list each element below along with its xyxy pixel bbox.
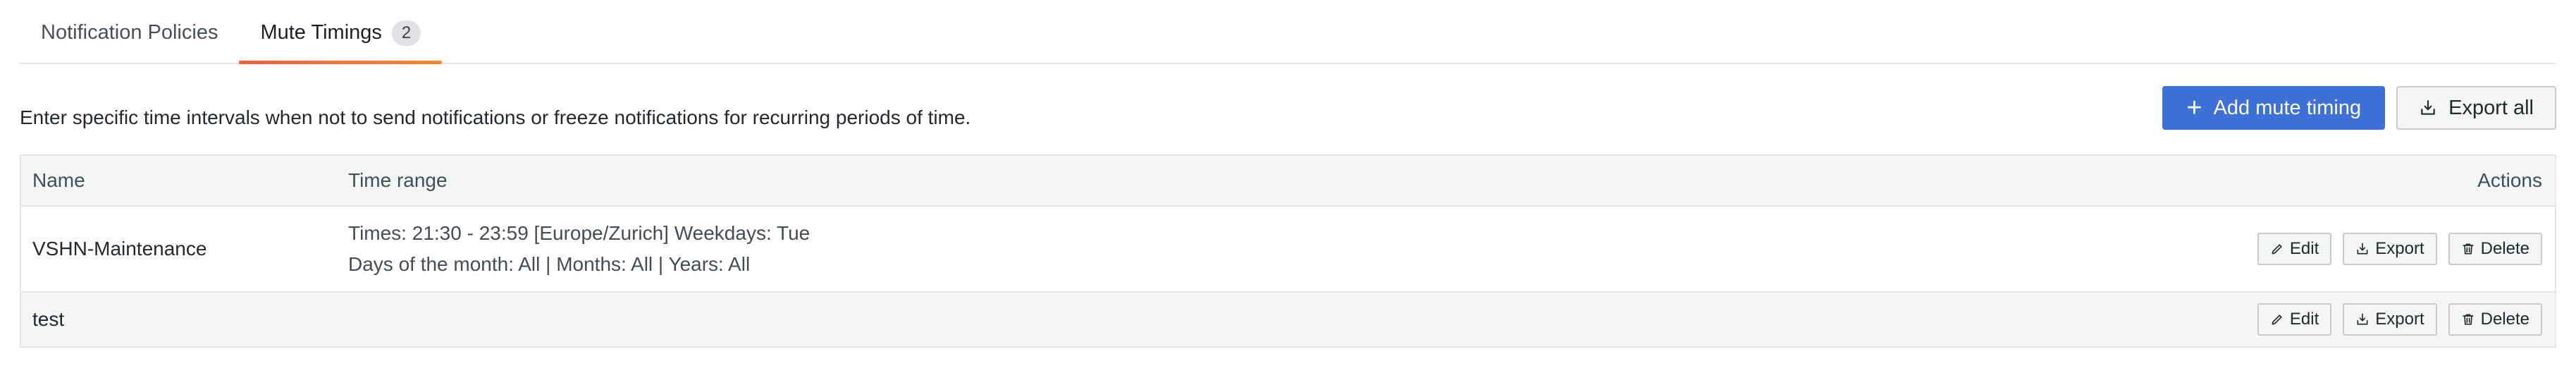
add-mute-timing-label: Add mute timing <box>2213 96 2362 119</box>
tab-mute-timings[interactable]: Mute Timings 2 <box>239 1 443 64</box>
table-header: Name Time range Actions <box>21 156 2555 207</box>
header-time-range: Time range <box>348 169 448 191</box>
edit-label: Edit <box>2289 310 2319 329</box>
table-row: test Edit Export Delete <box>21 291 2555 346</box>
add-mute-timing-button[interactable]: + Add mute timing <box>2162 86 2386 130</box>
export-icon <box>2419 99 2437 117</box>
trash-icon <box>2461 242 2475 256</box>
tab-notification-policies[interactable]: Notification Policies <box>20 1 239 64</box>
export-all-label: Export all <box>2448 96 2534 119</box>
edit-label: Edit <box>2289 239 2319 258</box>
table-row: VSHN-Maintenance Times: 21:30 - 23:59 [E… <box>21 207 2555 291</box>
delete-button[interactable]: Delete <box>2448 233 2542 265</box>
time-range-line: Days of the month: All | Months: All | Y… <box>348 253 751 275</box>
header-name: Name <box>32 169 85 191</box>
export-label: Export <box>2375 310 2424 329</box>
tab-bar: Notification Policies Mute Timings 2 <box>20 0 2556 64</box>
mute-timings-page: Notification Policies Mute Timings 2 Ent… <box>0 0 2576 366</box>
export-all-button[interactable]: Export all <box>2396 86 2556 130</box>
plus-icon: + <box>2186 93 2202 123</box>
delete-button[interactable]: Delete <box>2448 303 2542 336</box>
mute-timings-table: Name Time range Actions VSHN-Maintenance… <box>20 154 2556 348</box>
export-icon <box>2355 312 2369 327</box>
export-button[interactable]: Export <box>2343 233 2437 265</box>
edit-button[interactable]: Edit <box>2257 303 2332 336</box>
mute-timing-name: test <box>32 308 65 330</box>
row-actions: Edit Export Delete <box>2132 303 2555 336</box>
mute-timing-name: VSHN-Maintenance <box>32 238 207 260</box>
time-range-line: Times: 21:30 - 23:59 [Europe/Zurich] Wee… <box>348 222 811 244</box>
pencil-icon <box>2270 312 2284 327</box>
page-description: Enter specific time intervals when not t… <box>20 106 971 128</box>
tab-label: Mute Timings <box>260 21 382 44</box>
header-actions-label: Actions <box>2477 169 2542 191</box>
mute-timing-time-range: Times: 21:30 - 23:59 [Europe/Zurich] Wee… <box>348 222 2132 276</box>
top-actions: + Add mute timing Export all <box>2162 86 2556 130</box>
export-button[interactable]: Export <box>2343 303 2437 336</box>
pencil-icon <box>2270 242 2284 256</box>
edit-button[interactable]: Edit <box>2257 233 2332 265</box>
header-actions: Actions <box>2132 169 2555 192</box>
tab-label: Notification Policies <box>41 21 218 44</box>
row-actions: Edit Export Delete <box>2132 233 2555 265</box>
trash-icon <box>2461 312 2475 327</box>
export-icon <box>2355 242 2369 256</box>
delete-label: Delete <box>2480 310 2529 329</box>
delete-label: Delete <box>2480 239 2529 258</box>
export-label: Export <box>2375 239 2424 258</box>
tab-count-badge: 2 <box>391 20 421 46</box>
